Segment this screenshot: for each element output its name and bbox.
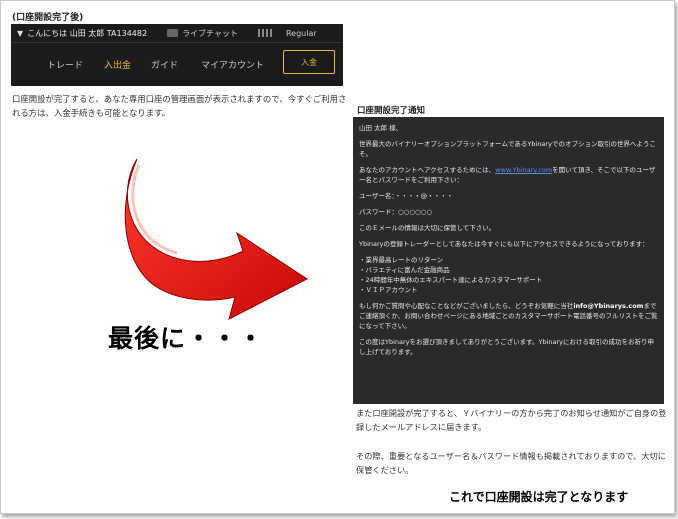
- email-password: パスワード：○○○○○○: [359, 208, 433, 216]
- account-level: Regular: [285, 28, 317, 38]
- support-email[interactable]: info@Ybinarys.com: [573, 302, 643, 310]
- email-closing: この度はYbinaryをお選び頂きましてありがとうございます。Ybinaryにお…: [359, 338, 655, 356]
- email-title: 口座開設完了通知: [357, 106, 426, 116]
- feature-item: ・業界最高レートのリターン: [359, 256, 444, 264]
- chat-icon[interactable]: [167, 29, 179, 37]
- live-chat-link[interactable]: ライブチャット: [182, 28, 238, 39]
- level-icon: [257, 29, 272, 37]
- nav-my-account[interactable]: マイアカウント: [201, 58, 264, 71]
- after-text: また口座開設が完了すると、Ｙバイナリーの方から完了のお知らせ通知がご自身の登録し…: [356, 408, 667, 432]
- greeting-text: こんにちは 山田 太郎 TA134482: [27, 28, 148, 38]
- complete-message: これで口座開設は完了となります: [449, 490, 629, 504]
- feature-item: ・ＶＩＰアカウント: [359, 286, 418, 294]
- email-contact: もし何かご質問や心配なことなどがございましたら、どうぞお気軽に当社info@Yb…: [359, 301, 658, 331]
- nav-deposit-withdraw[interactable]: 入出金: [104, 58, 131, 71]
- after-text-2: その際、重要となるユーザー名＆パスワード情報も掲載されておりますので、大切に保管…: [356, 451, 666, 475]
- account-dashboard: ▼ こんにちは 山田 太郎 TA134482 ライブチャット Regular ト…: [11, 24, 343, 86]
- dashboard-nav: トレード 入出金 ガイド マイアカウント 入金: [11, 43, 343, 86]
- email-welcome: 世界最大のバイナリーオプションプラットフォームであるYbinaryでのオプション…: [359, 140, 656, 158]
- email-features: ・業界最高レートのリターン ・バラエティに富んだ金融商品 ・24時間年中無休のエ…: [359, 255, 658, 295]
- deposit-button[interactable]: 入金: [283, 50, 335, 74]
- email-salutation: 山田 太郎 様、: [359, 124, 403, 132]
- email-contact-pre: もし何かご質問や心配なことなどがございましたら、どうぞお気軽に当社: [359, 302, 574, 310]
- section-title: (口座開設完了後): [12, 13, 84, 23]
- email-registered: Ybinaryの登録トレーダーとしてあなたは今すぐにも以下にアクセスできるように…: [359, 240, 649, 248]
- email-access-pre: あなたのアカウントへアクセスするためには、: [359, 166, 496, 174]
- nav-trade[interactable]: トレード: [47, 58, 83, 71]
- email-keep-safe: このＥメールの情報は大切に保管して下さい。: [359, 224, 496, 232]
- description-text: 口座開設が完了すると、あなた専用口座の管理画面が表示されますので、今すぐご利用さ…: [12, 94, 347, 118]
- feature-item: ・バラエティに富んだ金融商品: [359, 266, 450, 274]
- email-username: ユーザー名：・・・・@・・・・: [359, 192, 454, 200]
- dashboard-top-bar: ▼ こんにちは 山田 太郎 TA134482 ライブチャット Regular: [11, 24, 343, 43]
- nav-guide[interactable]: ガイド: [151, 58, 178, 71]
- email-access: あなたのアカウントへアクセスするためには、www.Ybinary.comを開いて…: [359, 165, 658, 185]
- feature-item: ・24時間年中無休のエキスパート達によるカスタマーサポート: [359, 276, 543, 284]
- slide-frame: (口座開設完了後) ▼ こんにちは 山田 太郎 TA134482 ライブチャット…: [0, 0, 675, 514]
- chevron-down-icon[interactable]: ▼: [17, 29, 23, 38]
- site-link[interactable]: www.Ybinary.com: [495, 166, 552, 174]
- finally-heading: 最後に・・・: [108, 324, 265, 353]
- red-arrow-icon: [124, 158, 308, 320]
- email-panel: 山田 太郎 様、 世界最大のバイナリーオプションプラットフォームであるYbina…: [353, 117, 664, 404]
